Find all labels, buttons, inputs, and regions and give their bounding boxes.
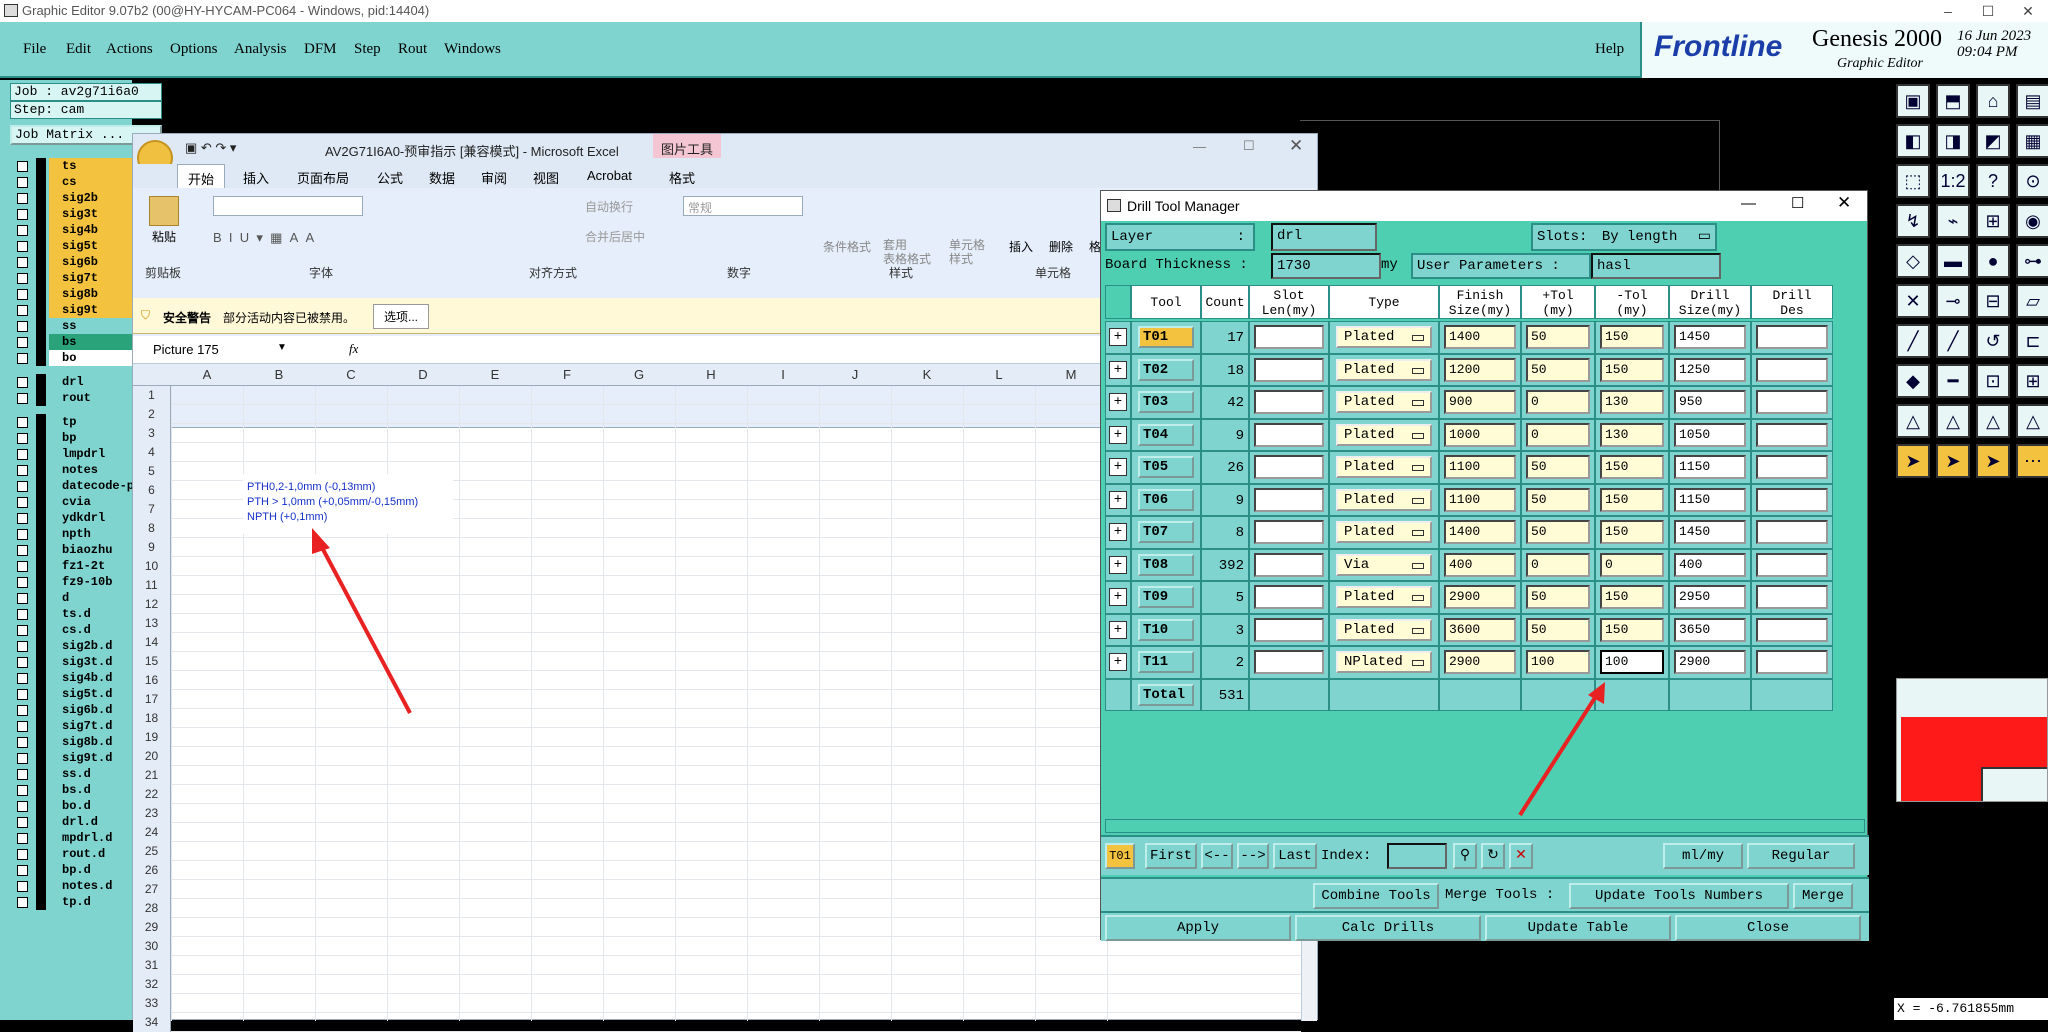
arrow-to-tol	[1518, 682, 1605, 817]
arrow-to-note	[312, 528, 412, 714]
annotation-arrows	[312, 528, 1605, 817]
